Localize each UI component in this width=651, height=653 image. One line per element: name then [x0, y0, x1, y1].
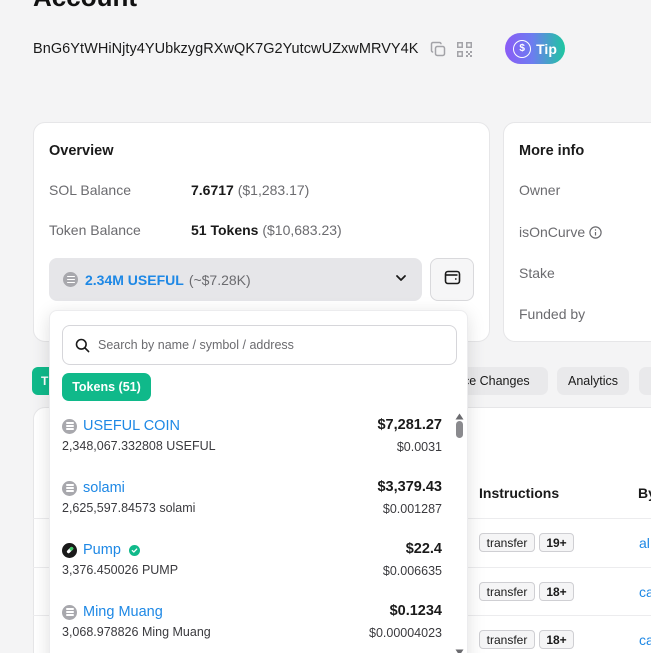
token-amount: 3,068.978826 Ming Muang: [62, 625, 211, 639]
sol-balance-usd: ($1,283.17): [237, 182, 310, 198]
funded-by-label: Funded by: [519, 306, 586, 322]
search-icon: [75, 338, 90, 353]
col-header-instructions: Instructions: [479, 485, 560, 501]
tab-analytics[interactable]: Analytics: [557, 367, 629, 395]
more-info-title: More info: [519, 143, 585, 159]
by-link[interactable]: ca: [639, 632, 651, 648]
token-name[interactable]: solami: [83, 480, 125, 496]
generic-token-icon: [62, 480, 77, 496]
token-name[interactable]: Pump: [83, 542, 121, 558]
page-title: Account: [33, 0, 137, 13]
instruction-count-badge[interactable]: 19+: [539, 533, 574, 552]
overview-title: Overview: [49, 143, 114, 159]
chevron-down-icon: [394, 271, 408, 290]
owner-label: Owner: [519, 182, 561, 198]
token-value: $0.1234: [389, 603, 442, 619]
sol-balance-label: SOL Balance: [49, 182, 131, 198]
token-list-item[interactable]: Pump 3,376.450026 PUMP $22.4 $0.006635: [62, 541, 442, 591]
sol-balance-amount: 7.6717: [191, 182, 234, 198]
token-price: $0.006635: [382, 564, 442, 578]
wallet-icon: [444, 269, 461, 291]
wallet-button[interactable]: [430, 258, 474, 301]
oncurve-label: isOnCurve: [519, 224, 586, 240]
token-balance-count: 51 Tokens: [191, 222, 259, 238]
more-info-card: More info Owner isOnCurve Stake Funded b…: [503, 122, 651, 342]
instruction-count-badge[interactable]: 18+: [539, 582, 574, 601]
token-list-item[interactable]: Ming Muang 3,068.978826 Ming Muang $0.12…: [62, 603, 442, 653]
selected-token-approx: (~$7.28K): [188, 271, 251, 288]
token-amount: 2,348,067.332808 USEFUL: [62, 439, 216, 453]
instruction-badge[interactable]: transfer: [479, 630, 535, 649]
token-price: $0.0031: [396, 440, 442, 454]
by-link[interactable]: al: [639, 535, 650, 551]
verified-check-icon: [128, 544, 140, 556]
token-list-scrollbar[interactable]: [453, 407, 465, 653]
stake-label: Stake: [519, 265, 555, 281]
token-balance-value: 51 Tokens ($10,683.23): [191, 222, 342, 238]
by-link[interactable]: ca: [639, 584, 651, 600]
token-name[interactable]: Ming Muang: [83, 604, 163, 620]
selected-token-amount: 2.34M USEFUL: [85, 271, 184, 288]
account-address: BnG6YtWHiNjty4YUbkzygRXwQK7G2YutcwUZxwMR…: [33, 41, 419, 57]
generic-token-icon: [62, 604, 77, 620]
overview-card: Overview SOL Balance 7.6717 ($1,283.17) …: [33, 122, 490, 342]
token-search-box: [62, 325, 457, 365]
info-icon[interactable]: [589, 225, 602, 239]
token-list-item[interactable]: USEFUL COIN 2,348,067.332808 USEFUL $7,2…: [62, 417, 442, 467]
token-list-item[interactable]: solami 2,625,597.84573 solami $3,379.43 …: [62, 479, 442, 529]
instruction-count-badge[interactable]: 18+: [539, 630, 574, 649]
oncurve-label-row: isOnCurve: [519, 224, 602, 240]
tip-label: Tip: [536, 40, 557, 57]
token-name[interactable]: USEFUL COIN: [83, 418, 180, 434]
generic-token-icon: [63, 272, 78, 287]
generic-token-icon: [62, 418, 77, 434]
dollar-coin-icon: $: [513, 39, 532, 58]
token-search-input[interactable]: [98, 338, 438, 352]
token-value: $7,281.27: [377, 417, 442, 433]
tip-button[interactable]: $ Tip: [505, 33, 565, 64]
token-amount: 2,625,597.84573 solami: [62, 501, 196, 515]
instruction-badge[interactable]: transfer: [479, 533, 535, 552]
qr-code-icon[interactable]: [455, 39, 475, 59]
instruction-badge[interactable]: transfer: [479, 582, 535, 601]
token-value: $22.4: [405, 541, 442, 557]
token-value: $3,379.43: [377, 479, 442, 495]
col-header-by: By: [638, 485, 651, 501]
tokens-count-chip[interactable]: Tokens (51): [62, 373, 151, 401]
scrollbar-thumb[interactable]: [456, 421, 463, 438]
sol-balance-value: 7.6717 ($1,283.17): [191, 182, 309, 198]
account-address-row: BnG6YtWHiNjty4YUbkzygRXwQK7G2YutcwUZxwMR…: [33, 38, 475, 60]
token-select-dropdown[interactable]: 2.34M USEFUL (~$7.28K): [49, 258, 422, 301]
token-dropdown-panel: Tokens (51) USEFUL COIN 2,348,067.332808…: [49, 310, 468, 653]
copy-icon[interactable]: [429, 39, 449, 59]
token-price: $0.00004023: [369, 626, 442, 640]
token-balance-label: Token Balance: [49, 222, 141, 238]
token-price: $0.001287: [382, 502, 442, 516]
tab-more[interactable]: [639, 367, 651, 395]
scroll-down-arrow-icon[interactable]: [455, 643, 464, 653]
token-balance-usd: ($10,683.23): [262, 222, 342, 238]
token-amount: 3,376.450026 PUMP: [62, 563, 179, 577]
pump-icon: [62, 542, 77, 558]
